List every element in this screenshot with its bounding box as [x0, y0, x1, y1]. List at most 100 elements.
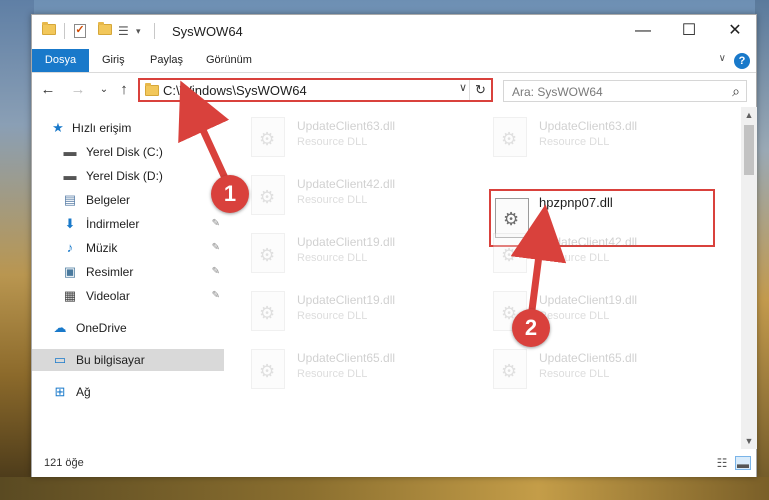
sidebar-item-label: Bu bilgisayar: [76, 353, 145, 367]
pin-icon[interactable]: ✎: [212, 237, 220, 259]
pin-icon[interactable]: ✎: [212, 285, 220, 307]
file-item[interactable]: UpdateClient19.dll Resource DLL: [251, 289, 481, 333]
forward-button[interactable]: →: [68, 80, 88, 100]
tab-home[interactable]: Giriş: [92, 49, 135, 72]
file-item[interactable]: UpdateClient65.dll Resource DLL: [493, 347, 723, 391]
sidebar-item-local-disk-d[interactable]: ▬ Yerel Disk (D:): [32, 165, 224, 187]
sidebar-item-label: Müzik: [86, 241, 118, 255]
new-folder-icon[interactable]: [98, 22, 112, 35]
file-item[interactable]: UpdateClient63.dll Resource DLL: [493, 115, 723, 159]
pin-icon[interactable]: ✎: [212, 213, 220, 235]
item-count: 121 öğe: [44, 457, 84, 469]
minimize-button[interactable]: —: [620, 15, 666, 47]
search-placeholder: Ara: SysWOW64: [512, 85, 603, 99]
desktop-background-right: [755, 0, 769, 500]
search-input[interactable]: Ara: SysWOW64 ⌕: [503, 80, 747, 102]
file-item[interactable]: UpdateClient65.dll Resource DLL: [251, 347, 481, 391]
file-name: UpdateClient65.dll: [297, 351, 396, 365]
scroll-up-icon[interactable]: ▲: [741, 107, 757, 123]
file-item[interactable]: UpdateClient42.dll Resource DLL: [251, 173, 481, 217]
sidebar-item-onedrive[interactable]: ☁ OneDrive: [32, 317, 224, 339]
file-name: UpdateClient42.dll: [539, 235, 638, 249]
sidebar-item-label: OneDrive: [76, 321, 127, 335]
dll-file-icon: [251, 117, 285, 157]
sidebar-item-downloads[interactable]: ⬇ İndirmeler ✎: [32, 213, 224, 235]
folder-icon: [145, 83, 159, 96]
desktop-background-left: [0, 0, 34, 500]
pin-icon[interactable]: ✎: [212, 261, 220, 283]
sidebar-item-label: Belgeler: [86, 193, 131, 207]
address-bar[interactable]: C:\Windows\SysWOW64 ∨ ↻: [138, 78, 493, 102]
file-name: UpdateClient19.dll: [297, 293, 396, 307]
file-item[interactable]: UpdateClient63.dll Resource DLL: [251, 115, 481, 159]
address-path[interactable]: C:\Windows\SysWOW64: [163, 83, 307, 98]
dll-file-icon: [493, 233, 527, 273]
sidebar-item-label: İndirmeler: [86, 217, 140, 231]
scroll-down-icon[interactable]: ▼: [741, 433, 757, 449]
file-name: UpdateClient63.dll: [539, 119, 638, 133]
sidebar-item-music[interactable]: ♪ Müzik ✎: [32, 237, 224, 259]
sidebar-item-label: Hızlı erişim: [72, 121, 132, 135]
star-icon: ★: [52, 120, 64, 135]
sidebar-item-documents[interactable]: ▤ Belgeler: [32, 189, 224, 211]
file-description: Resource DLL: [297, 194, 368, 206]
file-description: Resource DLL: [539, 310, 610, 322]
documents-icon: ▤: [63, 192, 77, 207]
sidebar-item-quick-access[interactable]: ★ Hızlı erişim: [32, 117, 224, 139]
onedrive-icon: ☁: [53, 320, 67, 335]
up-button[interactable]: ↑: [114, 80, 134, 100]
file-name: UpdateClient65.dll: [539, 351, 638, 365]
recent-locations-button[interactable]: ⌄: [94, 80, 114, 100]
sidebar-item-this-pc[interactable]: ▭ Bu bilgisayar: [32, 349, 224, 371]
drive-icon: ▬: [63, 168, 77, 183]
file-item[interactable]: UpdateClient42.dll Resource DLL: [493, 231, 723, 275]
dll-file-icon: [251, 233, 285, 273]
desktop-background-bottom: [0, 477, 769, 500]
details-view-icon[interactable]: ☷: [714, 456, 730, 470]
sidebar-item-label: Ağ: [76, 385, 91, 399]
file-name: UpdateClient63.dll: [297, 119, 396, 133]
tab-share[interactable]: Paylaş: [140, 49, 193, 72]
tiles-view-icon[interactable]: ▬: [735, 456, 751, 471]
file-description: Resource DLL: [539, 368, 610, 380]
sidebar-item-network[interactable]: ⊞ Ağ: [32, 381, 224, 403]
file-item[interactable]: UpdateClient19.dll Resource DLL: [251, 231, 481, 275]
file-description: Resource DLL: [539, 252, 610, 264]
ribbon-collapse-icon[interactable]: ∨: [719, 53, 726, 64]
file-explorer-window: ✓ ☰ ▾ SysWOW64 — ☐ ✕ Dosya Giriş Paylaş …: [31, 14, 757, 477]
back-button[interactable]: ←: [38, 80, 58, 100]
dll-file-icon: [251, 291, 285, 331]
sidebar-item-videos[interactable]: ▦ Videolar ✎: [32, 285, 224, 307]
sidebar-item-pictures[interactable]: ▣ Resimler ✎: [32, 261, 224, 283]
chevron-down-icon[interactable]: ▾: [136, 24, 152, 38]
navigation-pane: ★ Hızlı erişim ▬ Yerel Disk (C:) ▬ Yerel…: [32, 107, 227, 447]
maximize-button[interactable]: ☐: [666, 15, 712, 47]
step-1-badge: 1: [211, 175, 249, 213]
sidebar-item-label: Resimler: [86, 265, 134, 279]
file-description: Resource DLL: [297, 252, 368, 264]
videos-icon: ▦: [63, 288, 77, 303]
drive-icon: ▬: [63, 144, 77, 159]
file-description: Resource DLL: [297, 136, 368, 148]
file-list: UpdateClient63.dll Resource DLL UpdateCl…: [229, 107, 741, 447]
navigation-bar: ← → ⌄ ↑ C:\Windows\SysWOW64 ∨ ↻ Ara: Sys…: [32, 74, 756, 107]
sidebar-item-label: Yerel Disk (D:): [86, 169, 163, 183]
scrollbar-thumb[interactable]: [744, 125, 754, 175]
window-title: SysWOW64: [172, 24, 243, 39]
tab-file[interactable]: Dosya: [32, 49, 89, 72]
file-name: UpdateClient19.dll: [297, 235, 396, 249]
network-icon: ⊞: [54, 384, 66, 399]
help-icon[interactable]: ?: [734, 53, 750, 69]
dll-file-icon: [251, 349, 285, 389]
file-description: Resource DLL: [297, 368, 368, 380]
customize-toolbar-icon[interactable]: ☰: [118, 24, 134, 38]
close-button[interactable]: ✕: [712, 15, 758, 47]
refresh-button[interactable]: ↻: [469, 80, 491, 100]
tab-view[interactable]: Görünüm: [196, 49, 262, 72]
sidebar-item-local-disk-c[interactable]: ▬ Yerel Disk (C:): [32, 141, 224, 163]
search-icon[interactable]: ⌕: [732, 83, 740, 100]
vertical-scrollbar[interactable]: ▲ ▼: [741, 107, 757, 449]
chevron-down-icon[interactable]: ∨: [459, 81, 467, 94]
properties-check-icon[interactable]: ✓: [74, 24, 86, 38]
file-name: hpzpnp07.dll: [539, 195, 613, 210]
